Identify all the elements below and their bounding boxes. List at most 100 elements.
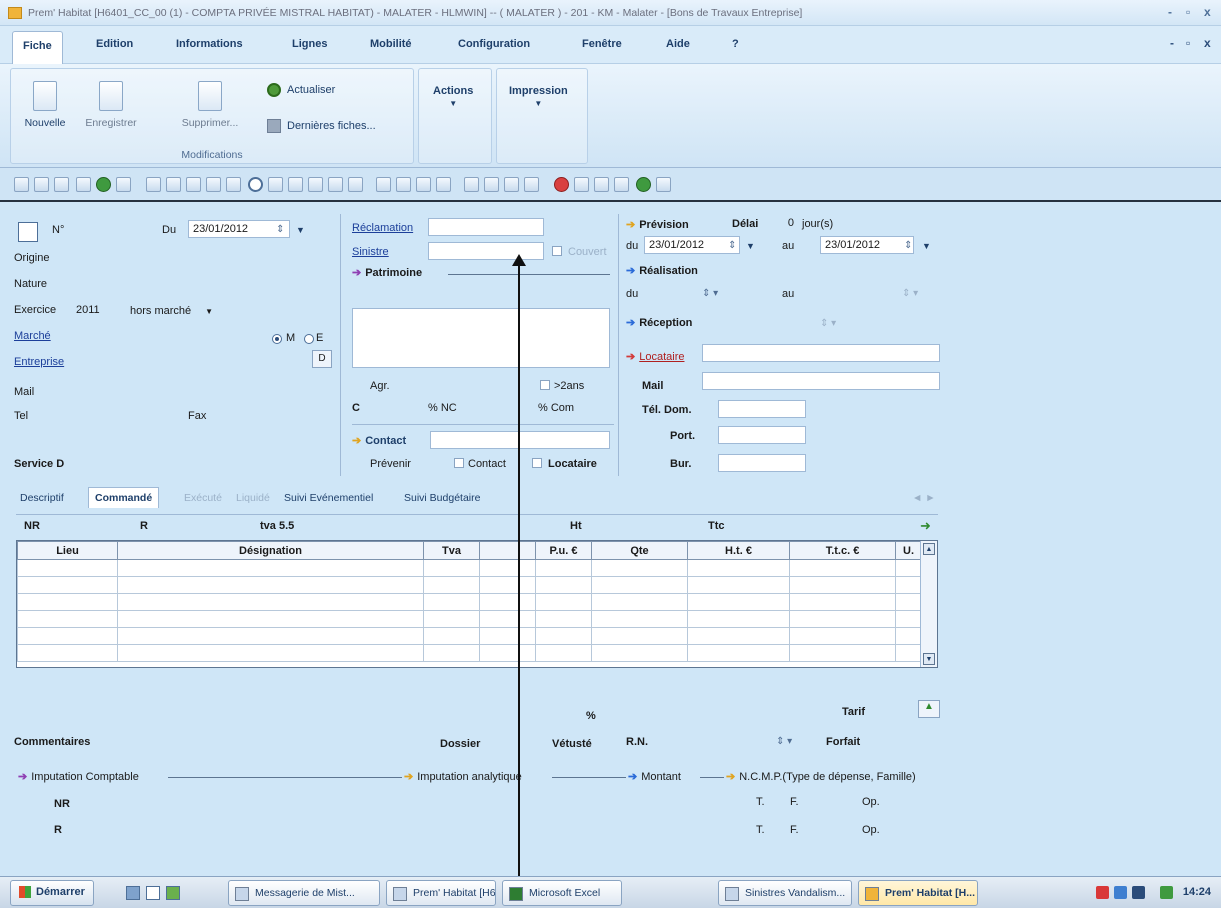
table-row[interactable] xyxy=(17,576,922,594)
contact-field[interactable] xyxy=(430,431,610,449)
task-sinistres[interactable]: Sinistres Vandalism... xyxy=(718,880,852,906)
real-au-spinner[interactable]: ⇕ ▾ xyxy=(902,288,918,299)
prevenir-contact-checkbox[interactable] xyxy=(454,458,464,468)
tab-suivi-budgetaire[interactable]: Suivi Budgétaire xyxy=(404,492,480,504)
next-record-icon[interactable] xyxy=(308,177,323,192)
table-row[interactable] xyxy=(17,593,922,611)
spin-icon[interactable]: ⇕ xyxy=(728,240,736,251)
task-excel[interactable]: Microsoft Excel xyxy=(502,880,622,906)
mdi-close-button[interactable]: x xyxy=(1204,36,1211,50)
delai-field[interactable]: 0 xyxy=(766,215,798,233)
browser-icon[interactable] xyxy=(166,886,180,900)
selection-checkbox[interactable] xyxy=(18,222,38,242)
col-designation[interactable]: Désignation xyxy=(117,541,424,560)
scroll-down-icon[interactable]: ▼ xyxy=(923,653,935,665)
real-du-spinner[interactable]: ⇕ ▾ xyxy=(702,288,718,299)
start-button[interactable]: Démarrer xyxy=(10,880,94,906)
close-button[interactable]: x xyxy=(1204,5,1211,19)
prev-date-du-dropdown-icon[interactable]: ▼ xyxy=(746,241,755,251)
tray-icon-settings[interactable] xyxy=(1132,886,1145,899)
col-qte[interactable]: Qte xyxy=(591,541,688,560)
pin-icon[interactable] xyxy=(636,177,651,192)
mdi-minimize-button[interactable]: - xyxy=(1170,36,1174,50)
table-row[interactable] xyxy=(17,627,922,645)
mail-icon[interactable] xyxy=(524,177,539,192)
prevenir-locataire-checkbox[interactable] xyxy=(532,458,542,468)
col-lieu[interactable]: Lieu xyxy=(17,541,118,560)
show-desktop-icon[interactable] xyxy=(126,886,140,900)
open-icon[interactable] xyxy=(34,177,49,192)
sort-icon[interactable] xyxy=(376,177,391,192)
new-icon[interactable] xyxy=(14,177,29,192)
copy-icon[interactable] xyxy=(146,177,161,192)
task-messagerie[interactable]: Messagerie de Mist... xyxy=(228,880,380,906)
minimize-button[interactable]: - xyxy=(1168,5,1172,19)
impression-dropdown[interactable]: Impression ▼ xyxy=(509,85,568,108)
first-record-icon[interactable] xyxy=(268,177,283,192)
menu-lignes[interactable]: Lignes xyxy=(292,38,327,50)
menu-fenetre[interactable]: Fenêtre xyxy=(582,38,622,50)
col-u[interactable]: U. xyxy=(895,541,922,560)
tel-dom-field[interactable] xyxy=(718,400,806,418)
col-ht[interactable]: H.t. € xyxy=(687,541,790,560)
undo-icon[interactable] xyxy=(206,177,221,192)
cut-icon[interactable] xyxy=(186,177,201,192)
table-row[interactable] xyxy=(17,644,922,662)
save-icon[interactable] xyxy=(54,177,69,192)
grid-icon[interactable] xyxy=(614,177,629,192)
tab-descriptif[interactable]: Descriptif xyxy=(20,492,64,504)
tab-commande[interactable]: Commandé xyxy=(88,487,160,508)
menu-edition[interactable]: Edition xyxy=(96,38,133,50)
reclamation-field[interactable] xyxy=(428,218,544,236)
spin-icon[interactable]: ⇕ xyxy=(904,240,912,251)
prev-date-du-field[interactable]: 23/01/2012 xyxy=(644,236,740,254)
table-icon[interactable] xyxy=(594,177,609,192)
actions-dropdown[interactable]: Actions ▼ xyxy=(433,85,473,108)
alert-icon[interactable] xyxy=(554,177,569,192)
col-pu[interactable]: P.u. € xyxy=(535,541,592,560)
tab-liquide[interactable]: Liquidé xyxy=(236,492,270,504)
filter-icon[interactable] xyxy=(348,177,363,192)
collapse-up-button[interactable]: ▲ xyxy=(918,700,940,718)
reclamation-link[interactable]: Réclamation xyxy=(352,222,413,234)
date-du-dropdown-icon[interactable]: ▼ xyxy=(296,225,305,235)
user-icon[interactable] xyxy=(504,177,519,192)
enregistrer-button[interactable]: Enregistrer xyxy=(81,81,141,129)
loc-mail-field[interactable] xyxy=(702,372,940,390)
sinistre-field[interactable] xyxy=(428,242,544,260)
actualiser-button[interactable]: Actualiser xyxy=(267,83,335,97)
recycle-icon[interactable] xyxy=(116,177,131,192)
col-blank[interactable] xyxy=(479,541,536,560)
paste-icon[interactable] xyxy=(166,177,181,192)
redo-icon[interactable] xyxy=(226,177,241,192)
prev-date-au-field[interactable]: 23/01/2012 xyxy=(820,236,914,254)
table-row[interactable] xyxy=(17,610,922,628)
sinistre-link[interactable]: Sinistre xyxy=(352,246,389,258)
menu-help[interactable]: ? xyxy=(732,38,739,50)
reception-spinner[interactable]: ⇕ ▾ xyxy=(820,318,836,329)
couvert-checkbox[interactable] xyxy=(552,246,562,256)
entreprise-link[interactable]: Entreprise xyxy=(14,356,64,368)
tab-scroll-arrows[interactable]: ◄ ► xyxy=(912,492,936,504)
menu-fiche[interactable]: Fiche xyxy=(12,31,63,65)
tray-icon-network[interactable] xyxy=(1114,886,1127,899)
tray-icon-antivirus[interactable] xyxy=(1160,886,1173,899)
task-prem-habitat-2[interactable]: Prem' Habitat [H... xyxy=(858,880,978,906)
search-icon[interactable] xyxy=(248,177,263,192)
explorer-icon[interactable] xyxy=(146,886,160,900)
task-prem-habitat-1[interactable]: Prem' Habitat [H64... xyxy=(386,880,496,906)
grid-scrollbar[interactable]: ▲ ▼ xyxy=(920,541,937,667)
import-icon[interactable] xyxy=(436,177,451,192)
spin-icon[interactable]: ⇕ xyxy=(276,224,284,235)
marche-select[interactable]: hors marché ▼ xyxy=(126,303,230,321)
link-icon[interactable] xyxy=(484,177,499,192)
radio-e[interactable] xyxy=(304,334,314,344)
prev-date-au-dropdown-icon[interactable]: ▼ xyxy=(922,241,931,251)
bur-field[interactable] xyxy=(718,454,806,472)
locataire-link[interactable]: ➔ Locataire xyxy=(626,350,684,363)
menu-configuration[interactable]: Configuration xyxy=(458,38,530,50)
refresh-icon[interactable] xyxy=(96,177,111,192)
mdi-restore-button[interactable]: ▫ xyxy=(1186,36,1190,50)
marche-link[interactable]: Marché xyxy=(14,330,51,342)
expand-arrow-icon[interactable]: ➜ xyxy=(920,518,931,534)
